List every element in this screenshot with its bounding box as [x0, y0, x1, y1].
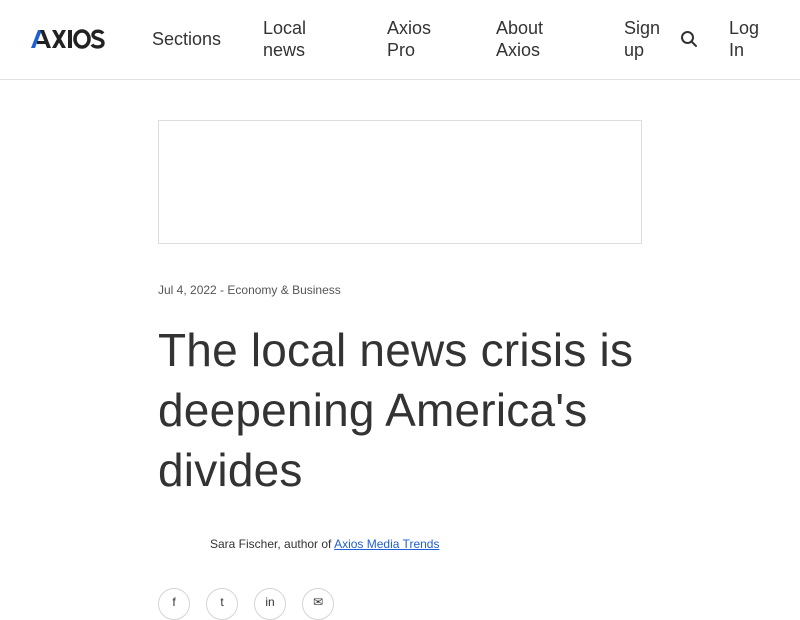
- linkedin-icon: in: [265, 595, 275, 609]
- site-header: Sections Local news Axios Pro About Axio…: [0, 0, 800, 80]
- twitter-icon: t: [220, 595, 224, 609]
- axios-logo-icon: [31, 29, 105, 49]
- search-icon: [681, 31, 697, 47]
- facebook-icon: f: [172, 595, 176, 609]
- share-email-button[interactable]: ✉: [302, 588, 334, 620]
- nav-log-in[interactable]: Log In: [729, 17, 769, 61]
- share-linkedin-button[interactable]: in: [254, 588, 286, 620]
- share-twitter-button[interactable]: t: [206, 588, 238, 620]
- ad-placeholder: [158, 120, 642, 244]
- nav-local-news[interactable]: Local news: [263, 17, 343, 61]
- article-byline: Sara Fischer, author of Axios Media Tren…: [210, 536, 439, 552]
- nav-about-axios[interactable]: About Axios: [496, 17, 566, 61]
- byline-newsletter-link[interactable]: Axios Media Trends: [334, 537, 439, 551]
- share-facebook-button[interactable]: f: [158, 588, 190, 620]
- byline-author: Sara Fischer, author of: [210, 537, 335, 551]
- meta-separator: -: [216, 283, 228, 297]
- article-meta: Jul 4, 2022 - Economy & Business: [158, 282, 341, 298]
- nav-sections[interactable]: Sections: [152, 28, 221, 50]
- search-button[interactable]: [680, 30, 698, 48]
- article-date: Jul 4, 2022: [158, 283, 217, 297]
- axios-logo[interactable]: [31, 28, 105, 50]
- email-icon: ✉: [312, 595, 324, 609]
- article-headline: The local news crisis is deepening Ameri…: [158, 324, 634, 496]
- article-category-link[interactable]: Economy & Business: [227, 283, 340, 297]
- nav-sign-up[interactable]: Sign up: [624, 17, 674, 61]
- nav-axios-pro[interactable]: Axios Pro: [387, 17, 457, 61]
